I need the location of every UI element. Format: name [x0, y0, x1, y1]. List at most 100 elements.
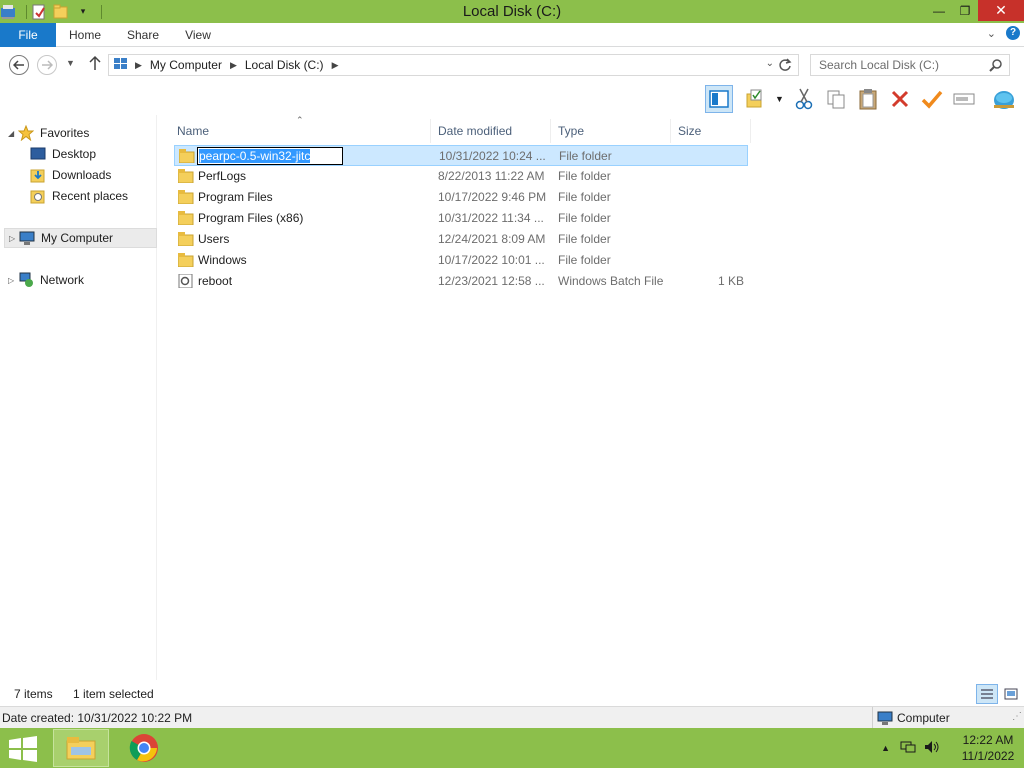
- file-type: File folder: [558, 211, 611, 225]
- back-button[interactable]: [9, 55, 29, 75]
- nav-item-network[interactable]: ▷ Network: [8, 270, 84, 290]
- breadcrumb-local-disk[interactable]: Local Disk (C:): [245, 58, 324, 72]
- favorites-node[interactable]: ◢ Favorites: [8, 123, 89, 143]
- breadcrumb-separator-icon[interactable]: ▶: [135, 60, 142, 71]
- select-folder-button[interactable]: [742, 85, 770, 113]
- table-row[interactable]: Program Files 10/17/2022 9:46 PM File fo…: [174, 187, 748, 208]
- taskbar-chrome[interactable]: [116, 729, 172, 767]
- breadcrumb-separator-icon[interactable]: ▶: [332, 60, 339, 71]
- expand-ribbon-icon[interactable]: ⌄: [987, 27, 996, 40]
- file-date: 8/22/2013 11:22 AM: [438, 169, 545, 183]
- minimize-button[interactable]: —: [926, 0, 952, 21]
- file-type: File folder: [559, 149, 612, 163]
- table-row[interactable]: Windows 10/17/2022 10:01 ... File folder: [174, 250, 748, 271]
- layout-pane-icon: [709, 90, 729, 108]
- refresh-icon[interactable]: [778, 58, 792, 75]
- table-row[interactable]: PerfLogs 8/22/2013 11:22 AM File folder: [174, 166, 748, 187]
- file-date: 12/23/2021 12:58 ...: [438, 274, 545, 288]
- address-bar[interactable]: ▶ My Computer ▶ Local Disk (C:) ▶ ⌄: [108, 54, 799, 76]
- rename-selected-text: pearpc-0.5-win32-jitc: [199, 149, 311, 163]
- resize-grip-icon[interactable]: ⋰: [1012, 711, 1022, 722]
- search-icon[interactable]: [989, 58, 1003, 75]
- network-status-icon[interactable]: [900, 740, 916, 757]
- file-name: reboot: [198, 274, 233, 288]
- date-created-text: Date created: 10/31/2022 10:22 PM: [2, 711, 193, 725]
- status-bar: 7 items 1 item selected: [0, 683, 1024, 705]
- file-size: [678, 166, 744, 187]
- file-size: [678, 229, 744, 250]
- computer-icon: [19, 230, 35, 246]
- column-header-type[interactable]: Type: [554, 119, 671, 143]
- nav-item-desktop[interactable]: Desktop: [30, 144, 96, 164]
- file-size: [678, 250, 744, 271]
- recent-locations-chevron-icon[interactable]: ▼: [66, 58, 75, 68]
- table-row[interactable]: reboot 12/23/2021 12:58 ... Windows Batc…: [174, 271, 748, 292]
- web-button[interactable]: [990, 85, 1018, 113]
- star-icon: [18, 125, 34, 141]
- details-view-button[interactable]: [976, 684, 998, 704]
- search-input[interactable]: Search Local Disk (C:): [810, 54, 1010, 76]
- maximize-button[interactable]: ❐: [952, 0, 978, 21]
- breadcrumb-my-computer[interactable]: My Computer: [150, 58, 222, 72]
- tab-share[interactable]: Share: [120, 23, 166, 47]
- collapse-arrow-icon[interactable]: ◢: [8, 129, 18, 138]
- tab-view[interactable]: View: [176, 23, 220, 47]
- command-toolbar: ▼: [0, 83, 1024, 115]
- show-hidden-icons-icon[interactable]: ▲: [881, 743, 890, 753]
- favorites-label: Favorites: [40, 126, 90, 140]
- apply-button[interactable]: [918, 85, 946, 113]
- folder-icon: [178, 190, 194, 204]
- file-date: 10/17/2022 10:01 ...: [438, 253, 545, 267]
- window-title: Local Disk (C:): [462, 3, 562, 20]
- file-name: Windows: [198, 253, 247, 267]
- file-size: [678, 208, 744, 229]
- computer-icon: [877, 710, 893, 729]
- clipboard-icon: [859, 89, 877, 110]
- file-size: [679, 146, 745, 167]
- copy-button[interactable]: [822, 85, 850, 113]
- taskbar: ▲ 12:22 AM 11/1/2022: [0, 728, 1024, 768]
- rename-input[interactable]: pearpc-0.5-win32-jitc: [197, 147, 343, 165]
- nav-item-recent-places[interactable]: Recent places: [30, 186, 128, 206]
- start-button[interactable]: [8, 736, 38, 762]
- large-icons-view-icon: [1004, 688, 1018, 700]
- nav-item-label: Network: [40, 273, 85, 287]
- rename-button[interactable]: [950, 85, 978, 113]
- table-row[interactable]: pearpc-0.5-win32-jitc 10/31/2022 10:24 .…: [174, 145, 748, 166]
- file-type: File folder: [558, 232, 611, 246]
- file-explorer-icon: [66, 737, 96, 760]
- forward-button[interactable]: [37, 55, 57, 75]
- preview-pane-button[interactable]: [705, 85, 733, 113]
- column-header-size[interactable]: Size: [674, 119, 751, 143]
- nav-item-label: Recent places: [52, 189, 129, 203]
- clock[interactable]: 12:22 AM 11/1/2022: [952, 732, 1024, 764]
- breadcrumb-separator-icon[interactable]: ▶: [230, 60, 237, 71]
- recent-places-icon: [30, 188, 46, 204]
- nav-item-my-computer[interactable]: ▷ My Computer: [4, 228, 157, 248]
- nav-item-label: Desktop: [52, 147, 97, 161]
- help-icon[interactable]: ?: [1006, 26, 1020, 40]
- address-dropdown-icon[interactable]: ⌄: [766, 58, 774, 69]
- table-row[interactable]: Program Files (x86) 10/31/2022 11:34 ...…: [174, 208, 748, 229]
- table-row[interactable]: Users 12/24/2021 8:09 AM File folder: [174, 229, 748, 250]
- close-button[interactable]: ✕: [978, 0, 1024, 21]
- file-date: 10/31/2022 10:24 ...: [439, 149, 546, 163]
- ribbon-tabs: File Home Share View ⌄ ?: [0, 23, 1024, 47]
- up-arrow-icon[interactable]: [88, 55, 102, 74]
- computer-icon: [113, 57, 129, 74]
- expand-arrow-icon[interactable]: ▷: [9, 234, 19, 243]
- cut-button[interactable]: [790, 85, 818, 113]
- folder-options-dropdown-icon[interactable]: ▼: [775, 94, 784, 104]
- column-header-date-modified[interactable]: Date modified: [434, 119, 551, 143]
- location-label: Computer: [897, 711, 950, 725]
- tab-home[interactable]: Home: [62, 23, 108, 47]
- nav-item-downloads[interactable]: Downloads: [30, 165, 111, 185]
- column-header-name[interactable]: Name: [173, 119, 431, 143]
- paste-button[interactable]: [854, 85, 882, 113]
- taskbar-file-explorer[interactable]: [53, 729, 109, 767]
- delete-button[interactable]: [886, 85, 914, 113]
- large-icons-view-button[interactable]: [1000, 684, 1022, 704]
- tab-file[interactable]: File: [0, 23, 56, 47]
- volume-icon[interactable]: [924, 740, 940, 757]
- expand-arrow-icon[interactable]: ▷: [8, 276, 18, 285]
